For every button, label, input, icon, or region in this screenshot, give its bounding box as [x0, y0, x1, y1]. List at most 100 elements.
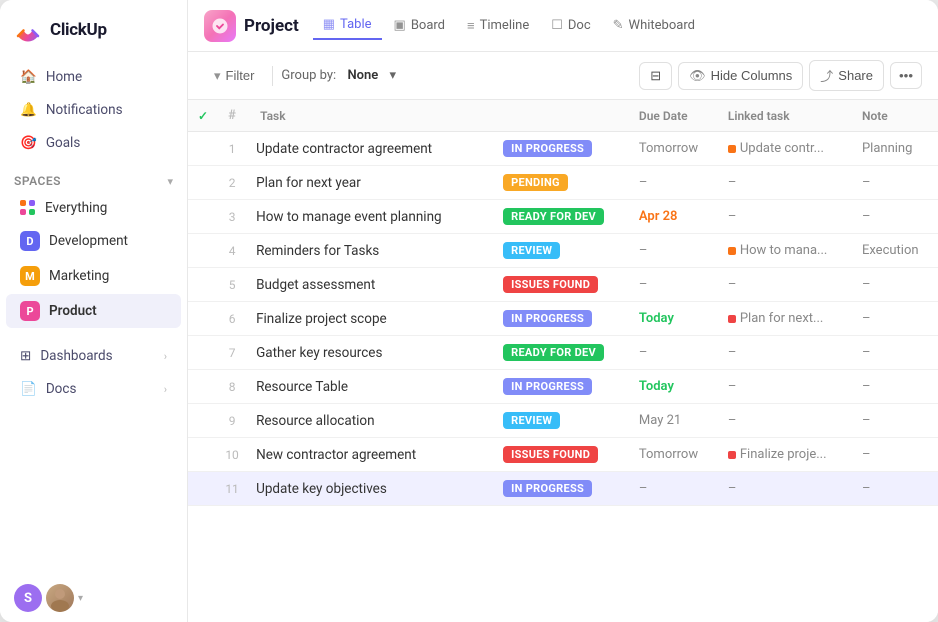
task-check-cell — [188, 132, 218, 166]
task-linked-cell[interactable]: Update contr... — [718, 132, 852, 166]
timeline-tab-icon: ≡ — [467, 18, 475, 34]
sidebar-item-label: Home — [46, 69, 82, 85]
share-button[interactable]: ⤴ Share — [809, 60, 884, 91]
task-linked-cell[interactable]: – — [718, 370, 852, 404]
status-badge: ISSUES FOUND — [503, 276, 598, 293]
task-status-cell[interactable]: IN PROGRESS — [493, 302, 629, 336]
task-name-cell[interactable]: Plan for next year — [246, 166, 493, 200]
task-check-cell — [188, 166, 218, 200]
sidebar-item-home[interactable]: 🏠 Home — [6, 61, 181, 93]
tab-whiteboard[interactable]: ✎ Whiteboard — [603, 12, 705, 39]
tab-timeline[interactable]: ≡ Timeline — [457, 12, 539, 40]
task-linked-cell[interactable]: Plan for next... — [718, 302, 852, 336]
task-linked-cell[interactable]: – — [718, 404, 852, 438]
task-due-date-cell: – — [629, 166, 718, 200]
check-header-icon: ✓ — [198, 109, 208, 123]
task-status-cell[interactable]: ISSUES FOUND — [493, 268, 629, 302]
task-status-cell[interactable]: REVIEW — [493, 234, 629, 268]
col-due-date[interactable]: Due Date — [629, 100, 718, 132]
task-name-cell[interactable]: Resource allocation — [246, 404, 493, 438]
hide-columns-button[interactable]: 👁 Hide Columns — [678, 62, 803, 90]
col-task[interactable]: Task — [246, 100, 493, 132]
group-by-selector[interactable]: Group by: None ▾ — [281, 68, 396, 83]
sidebar-item-notifications[interactable]: 🔔 Notifications — [6, 94, 181, 126]
task-status-cell[interactable]: IN PROGRESS — [493, 132, 629, 166]
task-status-cell[interactable]: READY FOR DEV — [493, 336, 629, 370]
task-name-cell[interactable]: Budget assessment — [246, 268, 493, 302]
logo-text: ClickUp — [50, 20, 107, 40]
filter-button[interactable]: ▾ Filter — [204, 63, 264, 89]
task-linked-cell[interactable]: How to mana... — [718, 234, 852, 268]
tab-table[interactable]: ▦ Table — [313, 11, 382, 40]
table-row[interactable]: 9Resource allocationREVIEWMay 21–– — [188, 404, 938, 438]
task-note-cell: – — [852, 370, 938, 404]
table-row[interactable]: 6Finalize project scopeIN PROGRESSTodayP… — [188, 302, 938, 336]
task-name-cell[interactable]: New contractor agreement — [246, 438, 493, 472]
task-status-cell[interactable]: PENDING — [493, 166, 629, 200]
everything-label: Everything — [45, 200, 107, 216]
sidebar-nav: 🏠 Home 🔔 Notifications 🎯 Goals — [0, 56, 187, 164]
sidebar-item-development[interactable]: D Development — [6, 224, 181, 258]
task-linked-cell[interactable]: – — [718, 336, 852, 370]
table-row[interactable]: 4Reminders for TasksREVIEW–How to mana..… — [188, 234, 938, 268]
tab-doc[interactable]: ☐ Doc — [541, 12, 600, 39]
col-note[interactable]: Note — [852, 100, 938, 132]
task-note-cell: – — [852, 336, 938, 370]
tab-timeline-label: Timeline — [480, 18, 530, 33]
task-name-cell[interactable]: Update key objectives — [246, 472, 493, 506]
task-name-cell[interactable]: How to manage event planning — [246, 200, 493, 234]
task-linked-cell[interactable]: Finalize proje... — [718, 438, 852, 472]
dashboards-label: Dashboards — [40, 348, 112, 364]
tab-board-label: Board — [411, 18, 445, 33]
sidebar-item-marketing[interactable]: M Marketing — [6, 259, 181, 293]
table-tab-icon: ▦ — [323, 17, 335, 32]
table-row[interactable]: 1Update contractor agreementIN PROGRESST… — [188, 132, 938, 166]
task-name-cell[interactable]: Finalize project scope — [246, 302, 493, 336]
toolbar-left: ▾ Filter Group by: None ▾ — [204, 63, 631, 89]
sidebar-item-goals[interactable]: 🎯 Goals — [6, 127, 181, 159]
spaces-expand-icon[interactable]: ▾ — [167, 175, 173, 188]
user-avatar-stack[interactable]: S ▾ — [14, 584, 83, 612]
task-name-cell[interactable]: Resource Table — [246, 370, 493, 404]
sidebar-groups: ⊞ Dashboards › 📄 Docs › — [0, 339, 187, 406]
task-linked-cell[interactable]: – — [718, 200, 852, 234]
task-linked-cell[interactable]: – — [718, 472, 852, 506]
task-status-cell[interactable]: IN PROGRESS — [493, 370, 629, 404]
sidebar-item-product[interactable]: P Product — [6, 294, 181, 328]
table-row[interactable]: 8Resource TableIN PROGRESSToday–– — [188, 370, 938, 404]
task-num-cell: 10 — [218, 438, 246, 472]
task-status-cell[interactable]: IN PROGRESS — [493, 472, 629, 506]
table-row[interactable]: 10New contractor agreementISSUES FOUNDTo… — [188, 438, 938, 472]
table-row[interactable]: 3How to manage event planningREADY FOR D… — [188, 200, 938, 234]
task-name-cell[interactable]: Gather key resources — [246, 336, 493, 370]
clickup-logo-icon — [14, 16, 42, 44]
top-bar: Project ▦ Table ▣ Board ≡ Timeline ☐ Doc… — [188, 0, 938, 52]
task-status-cell[interactable]: READY FOR DEV — [493, 200, 629, 234]
task-table-container: ✓ # Task Due Date Linked task Note 1Upda… — [188, 100, 938, 622]
table-row[interactable]: 2Plan for next yearPENDING––– — [188, 166, 938, 200]
tab-board[interactable]: ▣ Board — [384, 12, 456, 39]
sidebar-item-docs[interactable]: 📄 Docs › — [6, 373, 181, 405]
task-due-date-cell: – — [629, 234, 718, 268]
task-linked-cell[interactable]: – — [718, 268, 852, 302]
group-by-value: None — [347, 68, 378, 83]
table-row[interactable]: 5Budget assessmentISSUES FOUND––– — [188, 268, 938, 302]
table-row[interactable]: 7Gather key resourcesREADY FOR DEV––– — [188, 336, 938, 370]
development-badge: D — [20, 231, 40, 251]
task-name-cell[interactable]: Reminders for Tasks — [246, 234, 493, 268]
col-linked-task[interactable]: Linked task — [718, 100, 852, 132]
product-badge: P — [20, 301, 40, 321]
task-note-cell: – — [852, 302, 938, 336]
tab-doc-label: Doc — [568, 18, 591, 33]
task-name-cell[interactable]: Update contractor agreement — [246, 132, 493, 166]
sidebar-item-everything[interactable]: Everything — [6, 193, 181, 223]
task-linked-cell[interactable]: – — [718, 166, 852, 200]
columns-icon-button[interactable]: ⊟ — [639, 62, 672, 90]
task-status-cell[interactable]: REVIEW — [493, 404, 629, 438]
table-row[interactable]: 11Update key objectivesIN PROGRESS––– — [188, 472, 938, 506]
task-status-cell[interactable]: ISSUES FOUND — [493, 438, 629, 472]
spaces-list: Everything D Development M Marketing P P… — [0, 190, 187, 331]
task-due-date-cell: Apr 28 — [629, 200, 718, 234]
more-options-button[interactable]: ••• — [890, 62, 922, 89]
sidebar-item-dashboards[interactable]: ⊞ Dashboards › — [6, 340, 181, 372]
